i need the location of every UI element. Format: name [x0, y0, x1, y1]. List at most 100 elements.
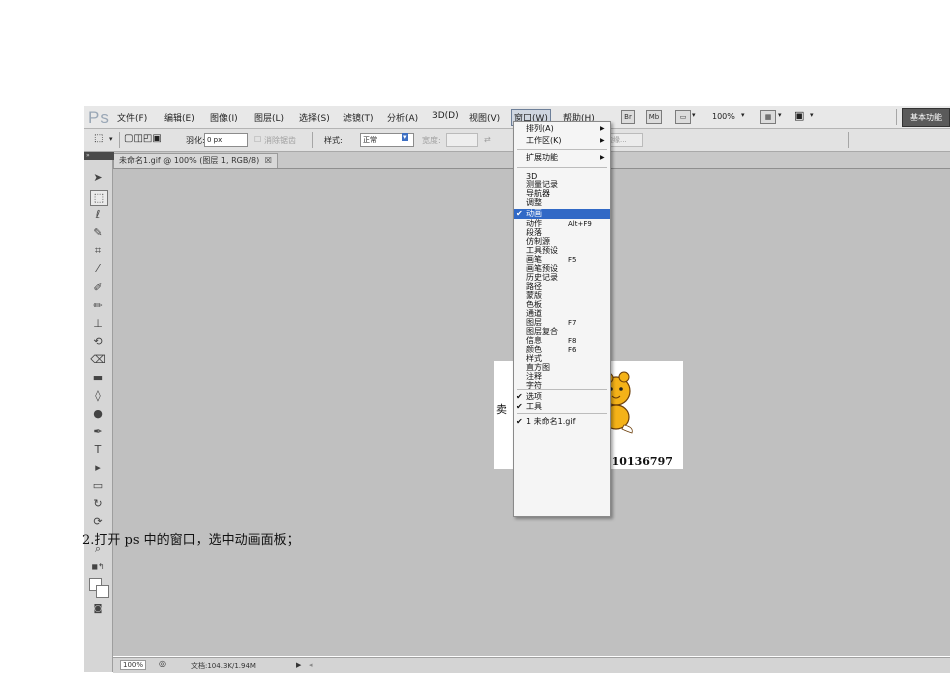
chevron-down-icon[interactable]: ▾ — [402, 133, 408, 141]
3d-orbit-icon[interactable]: ⟳ — [90, 515, 106, 529]
image-left-text: 卖 — [496, 403, 507, 416]
3d-rotate-icon[interactable]: ↻ — [90, 497, 106, 511]
quick-mask-icon[interactable]: ◙ — [90, 602, 106, 616]
rectangle-tool-icon[interactable]: ▭ — [90, 479, 106, 493]
checkmark-icon: ✔ — [516, 209, 523, 218]
status-zoom[interactable]: 100% — [120, 660, 147, 670]
swap-icon[interactable]: ⇄ — [484, 135, 491, 144]
close-icon[interactable]: ☒ — [265, 156, 272, 165]
antialias-checkbox[interactable]: ☐ — [254, 135, 261, 144]
crop-tool-icon[interactable]: ⌗ — [90, 244, 106, 258]
menu-image[interactable]: 图像(I) — [210, 111, 238, 124]
default-colors-icon[interactable]: ◼↰ — [90, 560, 106, 574]
window-menu-item[interactable]: 扩展功能 ▶ — [514, 153, 610, 163]
checkmark-icon: ✔ — [516, 402, 523, 411]
pen-tool-icon[interactable]: ✒ — [90, 425, 106, 439]
eyedropper-icon[interactable]: ⁄ — [90, 262, 106, 276]
window-menu-item-label: 1 未命名1.gif — [526, 417, 576, 426]
path-selection-icon[interactable]: ▸ — [90, 461, 106, 475]
arrange-documents-icon[interactable]: ▦ — [760, 110, 776, 124]
window-menu-item[interactable]: 调整 — [514, 198, 610, 208]
gradient-tool-icon[interactable]: ▬ — [90, 371, 106, 385]
chevron-down-icon[interactable]: ▾ — [109, 135, 113, 143]
window-menu-item-label: 选项 — [526, 392, 542, 401]
type-tool-icon[interactable]: T — [90, 443, 106, 457]
menu-view[interactable]: 视图(V) — [469, 111, 500, 124]
divider — [312, 132, 313, 148]
divider — [848, 132, 849, 148]
mini-bridge-button[interactable]: Mb — [646, 110, 662, 124]
blur-tool-icon[interactable]: ◊ — [90, 389, 106, 403]
menu-layer[interactable]: 图层(L) — [254, 111, 284, 124]
background-color-swatch[interactable] — [96, 585, 109, 598]
workspace-button[interactable]: 基本功能 — [902, 108, 950, 127]
chevron-down-icon[interactable]: ▾ — [810, 111, 814, 119]
status-bar: 100% ◎ 文档:104.3K/1.94M ▶ ◂ — [113, 657, 950, 673]
marquee-tool-icon[interactable]: ⬚ — [94, 133, 103, 144]
image-number-text: 510136797 — [604, 455, 673, 468]
checkmark-icon: ✔ — [516, 417, 523, 426]
menu-edit[interactable]: 编辑(E) — [164, 111, 195, 124]
quick-selection-icon[interactable]: ✎ — [90, 226, 106, 240]
menu-analysis[interactable]: 分析(A) — [387, 111, 418, 124]
feather-input[interactable]: 0 px — [204, 133, 248, 147]
window-menu-item-label: 工作区(K) — [526, 136, 562, 145]
window-menu-item[interactable]: ✔ 工具 — [514, 402, 610, 412]
bridge-button[interactable]: Br — [621, 110, 635, 124]
submenu-arrow-icon: ▶ — [600, 137, 605, 144]
chevron-down-icon[interactable]: ▾ — [692, 111, 696, 119]
chevron-down-icon[interactable]: ▾ — [741, 111, 745, 119]
menu-filter[interactable]: 滤镜(T) — [343, 111, 374, 124]
healing-brush-icon[interactable]: ✐ — [90, 281, 106, 295]
chevron-down-icon[interactable]: ▾ — [778, 111, 782, 119]
zoom-level[interactable]: 100% — [712, 112, 735, 121]
submenu-arrow-icon: ▶ — [600, 154, 605, 161]
divider — [896, 109, 897, 125]
move-tool-icon[interactable]: ➤ — [90, 171, 106, 185]
screen-mode-icon[interactable]: ▣ — [794, 109, 804, 122]
selection-mode-icons[interactable]: ▢◫◰▣ — [124, 133, 162, 144]
menu-separator — [517, 167, 607, 168]
window-menu-item[interactable]: 工作区(K) ▶ — [514, 136, 610, 146]
window-menu-item[interactable]: 排列(A) ▶ — [514, 124, 610, 134]
status-icon[interactable]: ◎ — [159, 659, 166, 668]
menu-separator — [517, 149, 607, 150]
tools-panel: » ➤ ⬚ ℓ ✎ ⌗ ⁄ ✐ ✏ ⊥ ⟲ ⌫ ▬ ◊ ● ✒ T ▸ ▭ ↻ … — [84, 152, 114, 672]
window-menu-item[interactable]: 字符 — [514, 381, 610, 391]
window-menu-item-label: 排列(A) — [526, 124, 554, 133]
history-brush-icon[interactable]: ⟲ — [90, 335, 106, 349]
caption-text: 2.打开 ps 中的窗口，选中动画面板； — [82, 533, 300, 548]
window-menu-item-label: 扩展功能 — [526, 153, 558, 162]
eraser-icon[interactable]: ⌫ — [90, 353, 106, 367]
divider — [119, 132, 120, 148]
ps-logo: Ps — [88, 108, 110, 127]
marquee-tool-icon[interactable]: ⬚ — [90, 190, 108, 206]
width-input[interactable] — [446, 133, 478, 147]
checkmark-icon: ✔ — [516, 392, 523, 401]
scroll-left-icon[interactable]: ◂ — [309, 661, 313, 669]
brush-tool-icon[interactable]: ✏ — [90, 299, 106, 313]
panel-collapse-icon[interactable]: » — [84, 152, 114, 160]
window-menu-item[interactable]: ✔ 选项 — [514, 392, 610, 402]
menu-separator — [517, 413, 607, 414]
window-menu-item-label: 工具 — [526, 402, 542, 411]
document-tab-title: 未命名1.gif @ 100% (图层 1, RGB/8) — [119, 156, 260, 165]
antialias-label: 消除锯齿 — [264, 136, 296, 145]
menu-3d[interactable]: 3D(D) — [432, 111, 459, 121]
window-menu-item-label: 调整 — [526, 198, 542, 207]
menu-file[interactable]: 文件(F) — [117, 111, 147, 124]
feather-label: 羽化: — [186, 136, 205, 145]
status-menu-arrow-icon[interactable]: ▶ — [296, 661, 301, 669]
menu-select[interactable]: 选择(S) — [299, 111, 330, 124]
style-label: 样式: — [324, 136, 343, 145]
lasso-tool-icon[interactable]: ℓ — [90, 208, 106, 222]
document-tab[interactable]: 未命名1.gif @ 100% (图层 1, RGB/8) ☒ — [113, 153, 278, 168]
window-menu-item[interactable]: ✔ 动画 — [514, 209, 610, 219]
dodge-tool-icon[interactable]: ● — [90, 407, 106, 421]
clone-stamp-icon[interactable]: ⊥ — [90, 317, 106, 331]
view-extras-icon[interactable]: ▭ — [675, 110, 691, 124]
window-menu-item[interactable]: ✔ 1 未命名1.gif — [514, 417, 610, 427]
window-menu-dropdown: 排列(A) ▶ 工作区(K) ▶ 扩展功能 ▶ 3D 测量记录 导航器 调整 ✔ 动画 动作 Alt+F9… — [513, 121, 611, 517]
submenu-arrow-icon: ▶ — [600, 125, 605, 132]
status-doc-size: 文档:104.3K/1.94M — [191, 662, 256, 670]
